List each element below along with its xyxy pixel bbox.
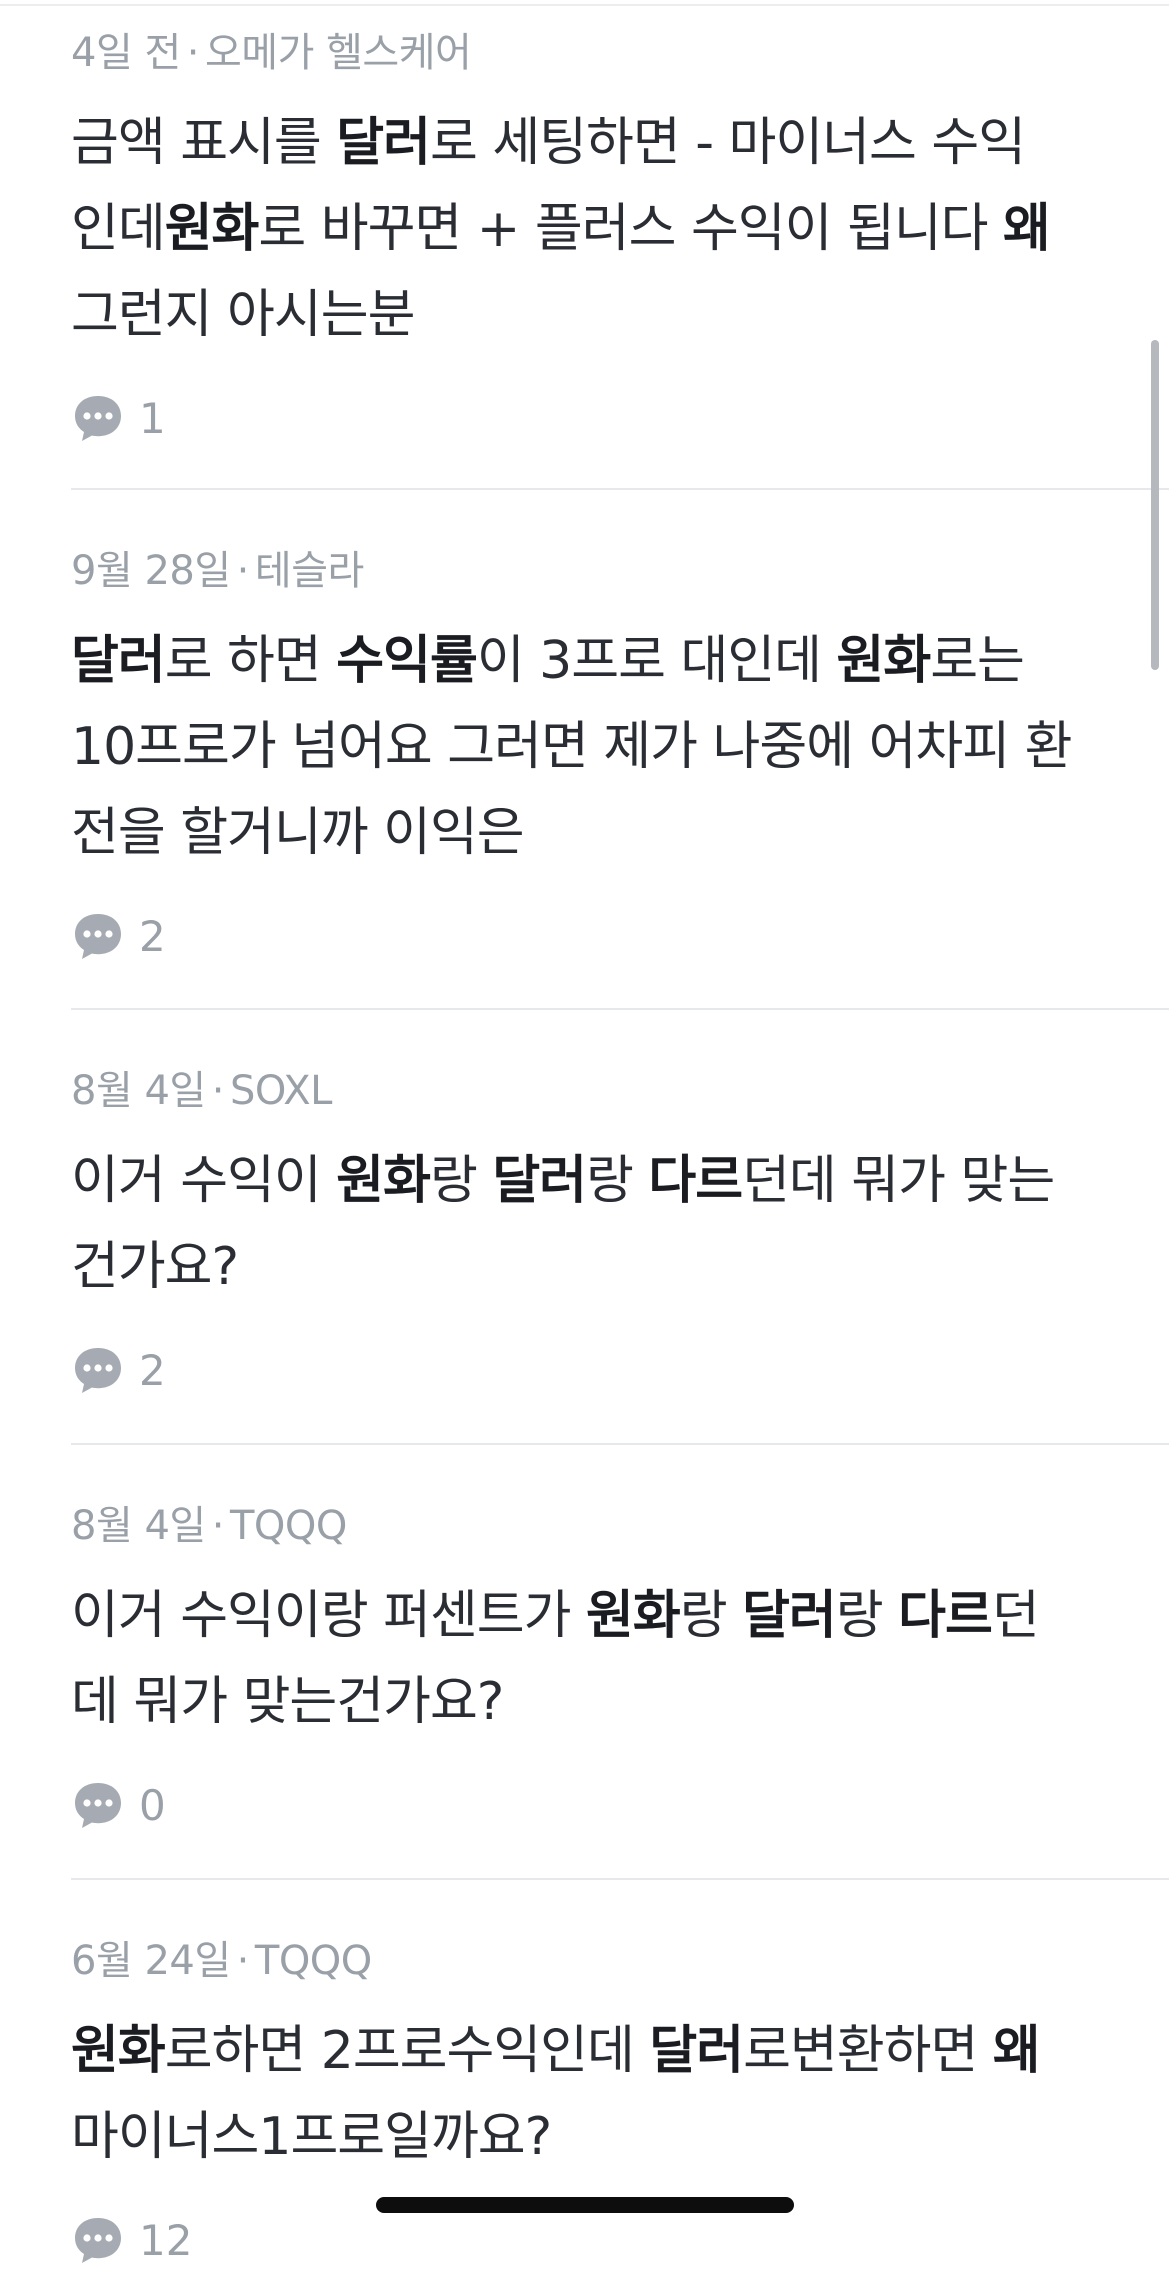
post-ticker[interactable]: SOXL [230, 1068, 333, 1114]
comment-count-row[interactable]: 0 [71, 1775, 1169, 1835]
meta-separator: · [186, 30, 200, 76]
post-item[interactable]: 6월 24일 · TQQQ 원화로하면 2프로수익인데 달러로변환하면 왜마이너스1… [71, 1936, 1169, 2270]
title-text: 이거 수익이 [71, 1151, 337, 1211]
post-item[interactable]: 4일 전 · 오메가 헬스케어 금액 표시를 달러로 세팅하면 - 마이너스 수익 … [71, 28, 1169, 448]
post-ticker[interactable]: 테슬라 [255, 548, 364, 594]
title-text: 랑 [586, 1151, 649, 1211]
meta-separator: · [236, 1938, 250, 1984]
post-date: 4일 전 [71, 30, 181, 76]
post-divider [71, 1008, 1169, 1010]
post-divider [71, 488, 1169, 490]
title-text: 로하면 2프로수익인데 [164, 2021, 650, 2081]
highlighted-keyword: 왜 [992, 2021, 1041, 2081]
post-date: 9월 28일 [71, 548, 231, 594]
post-meta: 4일 전 · 오메가 헬스케어 [71, 28, 1169, 78]
comment-count-row[interactable]: 12 [71, 2210, 1169, 2270]
post-meta: 8월 4일 · SOXL [71, 1066, 1169, 1116]
title-text: 이 3프로 대인데 [476, 631, 837, 691]
highlighted-keyword: 달러 [492, 1151, 587, 1211]
title-text: 그런지 아시는분 [71, 285, 415, 345]
comment-count: 2 [139, 1345, 166, 1395]
post-title[interactable]: 달러로 하면 수익률이 3프로 대인데 원화로는 10프로가 넘어요 그러면 제… [71, 618, 1081, 876]
title-text: 이거 수익이랑 퍼센트가 [71, 1586, 586, 1646]
title-text: 로 바꾸면 + 플러스 수익이 됩니다 [258, 199, 1004, 259]
highlighted-keyword: 달러 [336, 113, 431, 173]
comment-count: 1 [139, 393, 166, 443]
post-ticker[interactable]: TQQQ [255, 1938, 372, 1984]
comment-count: 12 [139, 2215, 193, 2265]
title-text: 마이너스1프로일까요? [71, 2107, 552, 2167]
post-ticker[interactable]: TQQQ [230, 1503, 347, 1549]
highlighted-keyword: 원화 [836, 631, 932, 691]
comment-count-row[interactable]: 1 [71, 388, 1169, 448]
title-text: 랑 [679, 1586, 743, 1646]
highlighted-keyword: 다르 [898, 1586, 993, 1646]
comment-icon [75, 2218, 121, 2263]
post-title[interactable]: 이거 수익이랑 퍼센트가 원화랑 달러랑 다르던데 뭐가 맞는건가요? [71, 1573, 1081, 1745]
meta-separator: · [236, 548, 250, 594]
highlighted-keyword: 다르 [648, 1151, 743, 1211]
post-ticker[interactable]: 오메가 헬스케어 [205, 30, 472, 76]
title-text: 랑 [835, 1586, 899, 1646]
highlighted-keyword: 수익률 [336, 631, 478, 691]
highlighted-keyword: 원화 [164, 199, 260, 259]
post-date: 8월 4일 [71, 1068, 206, 1114]
post-meta: 6월 24일 · TQQQ [71, 1936, 1169, 1986]
comment-count: 0 [139, 1780, 166, 1830]
top-divider [0, 4, 1169, 6]
comment-icon [75, 1348, 121, 1393]
comment-count-row[interactable]: 2 [71, 906, 1169, 966]
post-item[interactable]: 9월 28일 · 테슬라 달러로 하면 수익률이 3프로 대인데 원화로는 10프로… [71, 546, 1169, 966]
comment-count-row[interactable]: 2 [71, 1340, 1169, 1400]
post-title[interactable]: 원화로하면 2프로수익인데 달러로변환하면 왜마이너스1프로일까요? [71, 2008, 1081, 2180]
title-text: 랑 [429, 1151, 493, 1211]
post-date: 8월 4일 [71, 1503, 206, 1549]
post-meta: 9월 28일 · 테슬라 [71, 546, 1169, 596]
comment-icon [75, 914, 121, 959]
post-item[interactable]: 8월 4일 · TQQQ 이거 수익이랑 퍼센트가 원화랑 달러랑 다르던데 뭐가 … [71, 1501, 1169, 1835]
post-title[interactable]: 이거 수익이 원화랑 달러랑 다르던데 뭐가 맞는건가요? [71, 1138, 1081, 1310]
home-indicator[interactable] [376, 2197, 794, 2213]
highlighted-keyword: 원화 [586, 1586, 681, 1646]
post-date: 6월 24일 [71, 1938, 231, 1984]
highlighted-keyword: 원화 [71, 2021, 166, 2081]
highlighted-keyword: 달러 [649, 2021, 744, 2081]
highlighted-keyword: 달러 [71, 631, 166, 691]
comment-count: 2 [139, 911, 166, 961]
title-text: 금액 표시를 [71, 113, 337, 173]
post-divider [71, 1878, 1169, 1880]
post-meta: 8월 4일 · TQQQ [71, 1501, 1169, 1551]
highlighted-keyword: 달러 [742, 1586, 837, 1646]
meta-separator: · [211, 1503, 225, 1549]
post-item[interactable]: 8월 4일 · SOXL 이거 수익이 원화랑 달러랑 다르던데 뭐가 맞는건가요?… [71, 1066, 1169, 1400]
title-text: 로변환하면 [743, 2021, 993, 2081]
post-title[interactable]: 금액 표시를 달러로 세팅하면 - 마이너스 수익 인데원화로 바꾸면 + 플러… [71, 100, 1081, 358]
comment-icon [75, 1783, 121, 1828]
highlighted-keyword: 왜 [1003, 199, 1051, 259]
meta-separator: · [211, 1068, 225, 1114]
scrollbar-thumb[interactable] [1151, 340, 1159, 670]
post-divider [71, 1443, 1169, 1445]
comment-icon [75, 396, 121, 441]
highlighted-keyword: 원화 [336, 1151, 431, 1211]
title-text: 로 하면 [164, 631, 337, 691]
